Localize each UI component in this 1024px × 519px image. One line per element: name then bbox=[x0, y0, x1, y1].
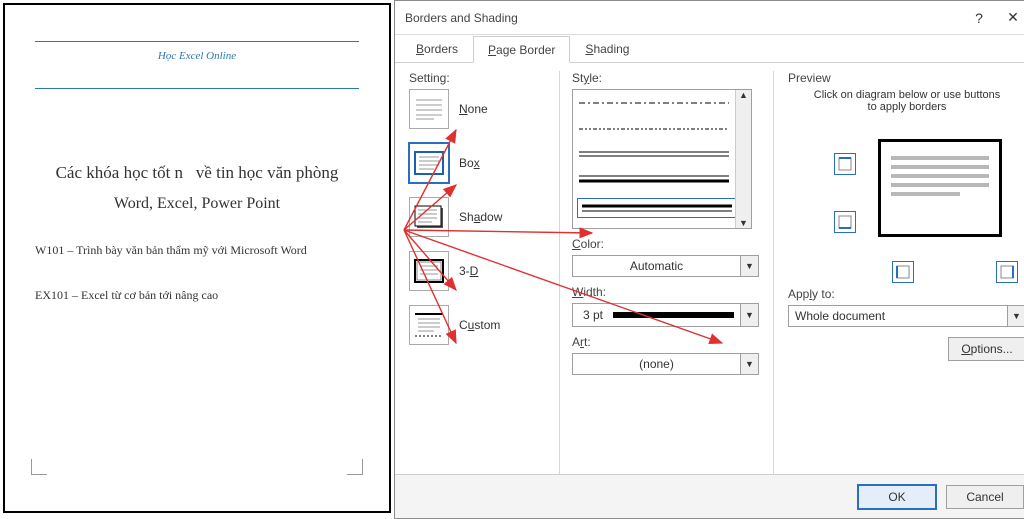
setting-shadow[interactable]: ShadowShadow bbox=[409, 197, 545, 237]
label-custom: CustomCustom bbox=[459, 318, 500, 332]
style-item[interactable] bbox=[579, 172, 745, 194]
site-name: Học Excel Online bbox=[35, 50, 359, 62]
setting-custom[interactable]: CustomCustom bbox=[409, 305, 545, 345]
style-item[interactable] bbox=[579, 94, 745, 116]
page-canvas: Học Excel Online Các khóa học tốt n về t… bbox=[3, 3, 391, 513]
options-button[interactable]: Options...Options... bbox=[948, 337, 1024, 361]
setting-3d[interactable]: 3-D3-D bbox=[409, 251, 545, 291]
style-listbox[interactable]: ▲▼ bbox=[572, 89, 752, 229]
three-d-icon bbox=[409, 251, 449, 291]
none-icon bbox=[409, 89, 449, 129]
edge-bottom-button[interactable] bbox=[834, 211, 856, 233]
dialog-title: Borders and Shading bbox=[405, 11, 962, 25]
ok-button[interactable]: OK bbox=[858, 485, 936, 509]
document-page: Học Excel Online Các khóa học tốt n về t… bbox=[0, 0, 394, 519]
dropdown-icon[interactable]: ▼ bbox=[740, 304, 758, 326]
dropdown-icon[interactable]: ▼ bbox=[1007, 306, 1024, 326]
edge-top-button[interactable] bbox=[834, 153, 856, 175]
tab-page-border[interactable]: Page BorderPage Border bbox=[473, 36, 570, 63]
color-value: Automatic bbox=[573, 259, 740, 273]
dialog-footer: OK Cancel bbox=[395, 474, 1024, 518]
color-label: Color:Color: bbox=[572, 237, 759, 251]
cancel-button[interactable]: Cancel bbox=[946, 485, 1024, 509]
preview-hint: Click on diagram below or use buttonsto … bbox=[788, 89, 1024, 113]
width-value: 3 pt bbox=[573, 308, 613, 322]
label-box: BoxBox bbox=[459, 156, 480, 170]
apply-to-label: Apply to:Apply to: bbox=[788, 287, 1024, 301]
width-combo[interactable]: 3 pt ▼ bbox=[572, 303, 759, 327]
custom-icon bbox=[409, 305, 449, 345]
style-label: Style:Style: bbox=[572, 71, 759, 85]
style-item[interactable] bbox=[579, 120, 745, 142]
scroll-down-icon[interactable]: ▼ bbox=[739, 218, 748, 228]
crop-mark-br bbox=[347, 459, 363, 475]
doc-heading-2: Word, Excel, Power Point bbox=[35, 195, 359, 213]
width-preview-bar bbox=[613, 312, 734, 318]
preview-label: Preview bbox=[788, 71, 1024, 85]
setting-column: Setting: NoneNone BoxBox bbox=[409, 71, 545, 474]
help-button[interactable]: ? bbox=[962, 1, 996, 35]
tab-borders[interactable]: BBordersorders bbox=[401, 35, 473, 62]
shadow-icon bbox=[409, 197, 449, 237]
style-column: Style:Style: ▲▼ Color:Color: Automatic ▼ bbox=[559, 71, 759, 474]
dropdown-icon[interactable]: ▼ bbox=[740, 256, 758, 276]
label-none: NoneNone bbox=[459, 102, 488, 116]
style-item[interactable] bbox=[579, 146, 745, 168]
apply-to-combo[interactable]: Whole document ▼ bbox=[788, 305, 1024, 327]
scroll-up-icon[interactable]: ▲ bbox=[739, 90, 748, 100]
crop-mark-bl bbox=[31, 459, 47, 475]
apply-to-value: Whole document bbox=[789, 309, 1007, 323]
edge-left-button[interactable] bbox=[892, 261, 914, 283]
box-icon bbox=[409, 143, 449, 183]
label-shadow: ShadowShadow bbox=[459, 210, 502, 224]
label-3d: 3-D3-D bbox=[459, 264, 478, 278]
dialog-borders-shading: Borders and Shading ? ✕ BBordersorders P… bbox=[394, 0, 1024, 519]
setting-none[interactable]: NoneNone bbox=[409, 89, 545, 129]
dropdown-icon[interactable]: ▼ bbox=[740, 354, 758, 374]
doc-heading-1: Các khóa học tốt n về tin học văn phòng bbox=[35, 163, 359, 183]
art-label: Art:Art: bbox=[572, 335, 759, 349]
art-combo[interactable]: (none) ▼ bbox=[572, 353, 759, 375]
art-value: (none) bbox=[573, 357, 740, 371]
hr-bottom bbox=[35, 88, 359, 89]
setting-label: Setting: bbox=[409, 71, 545, 85]
setting-box[interactable]: BoxBox bbox=[409, 143, 545, 183]
titlebar: Borders and Shading ? ✕ bbox=[395, 1, 1024, 35]
scrollbar[interactable]: ▲▼ bbox=[735, 90, 751, 228]
width-label: Width:Width: bbox=[572, 285, 759, 299]
preview-page[interactable] bbox=[878, 139, 1002, 237]
style-item-selected[interactable] bbox=[577, 198, 747, 218]
preview-column: Preview Click on diagram below or use bu… bbox=[773, 71, 1024, 474]
edge-right-button[interactable] bbox=[996, 261, 1018, 283]
tab-shading[interactable]: ShadingShading bbox=[570, 35, 644, 62]
hr-top bbox=[35, 41, 359, 42]
tab-strip: BBordersorders Page BorderPage Border Sh… bbox=[395, 35, 1024, 63]
close-button[interactable]: ✕ bbox=[996, 1, 1024, 35]
color-combo[interactable]: Automatic ▼ bbox=[572, 255, 759, 277]
doc-line-2: EX101 – Excel từ cơ bản tới nâng cao bbox=[35, 288, 359, 303]
doc-line-1: W101 – Trình bày văn bản thẩm mỹ với Mic… bbox=[35, 243, 359, 258]
preview-diagram bbox=[816, 121, 1024, 281]
